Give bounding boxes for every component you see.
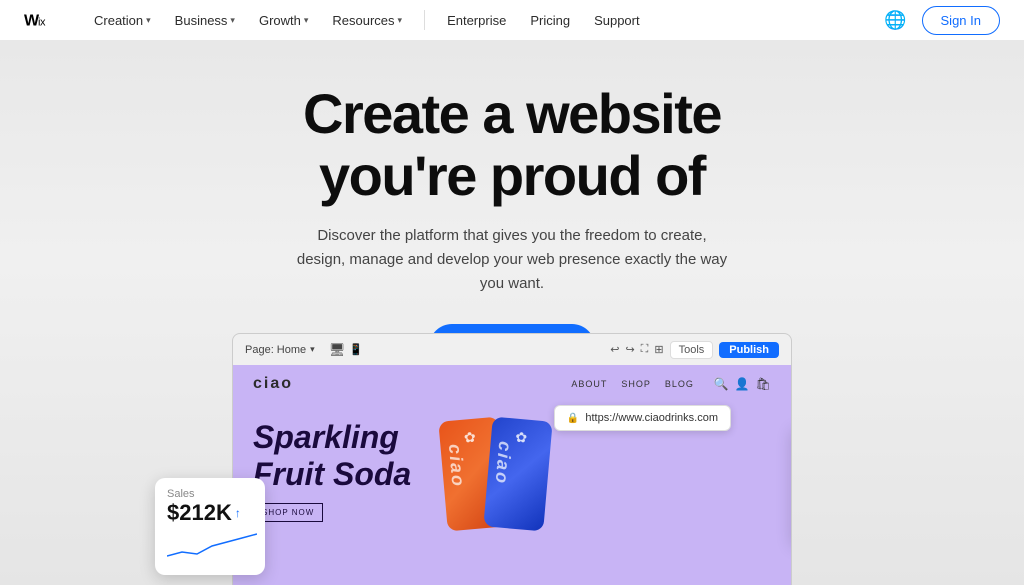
chevron-down-icon: ▾ (146, 15, 151, 26)
search-icon: 🔍 (714, 377, 729, 391)
nav-divider (424, 10, 425, 30)
navigation: W ix Creation ▾ Business ▾ Growth ▾ Reso… (0, 0, 1024, 41)
chevron-down-icon: ▾ (398, 15, 403, 26)
sales-label: Sales (167, 488, 253, 500)
ciao-nav: ABOUT SHOP BLOG (571, 379, 694, 389)
can-flower-icon: ✿ (515, 429, 528, 447)
prebiotic-product-card: ciao Prebiotic Soda Citrus Lemon Fresh D… (791, 425, 792, 544)
can-label-orange: ciao (444, 443, 469, 489)
mobile-icon: 📱 (349, 343, 363, 356)
cart-icon: 🛍 (756, 377, 771, 391)
nav-support[interactable]: Support (584, 7, 650, 34)
prebiotic-image: ciao (791, 425, 792, 505)
ciao-headline: Sparkling Fruit Soda (253, 419, 413, 493)
prebiotic-title: Prebiotic Soda (791, 505, 792, 528)
browser-mockup: ⊙ Page: Home ▾ 🖥 📱 ↩ ↪ ⛶ ⊞ Tools Publish (232, 333, 792, 585)
hero-section: Create a website you're proud of Discove… (0, 41, 1024, 585)
chevron-down-icon: ▾ (230, 15, 235, 26)
sales-amount: $212K ↑ (167, 500, 253, 526)
ciao-logo: ciao (253, 375, 293, 393)
ciao-action-icons: 🔍 👤 🛍 (714, 377, 771, 391)
toolbar-icons: ↩ ↪ ⛶ ⊞ Tools Publish (610, 341, 779, 359)
language-selector-button[interactable]: 🌐 (882, 6, 910, 34)
sales-up-arrow: ↑ (235, 506, 241, 520)
lock-icon: 🔒 (567, 413, 579, 424)
blue-can: ✿ ciao (483, 417, 552, 532)
user-icon: 👤 (735, 377, 750, 391)
nav-links: Creation ▾ Business ▾ Growth ▾ Resources… (84, 7, 882, 34)
ciao-header: ciao ABOUT SHOP BLOG 🔍 👤 🛍 (233, 365, 791, 403)
nav-enterprise[interactable]: Enterprise (437, 7, 516, 34)
sales-card: Sales $212K ↑ (155, 478, 265, 575)
chevron-down-icon: ▾ (304, 15, 309, 26)
monitor-icon: 🖥 (329, 342, 346, 358)
hero-subtitle: Discover the platform that gives you the… (292, 224, 732, 296)
signin-button[interactable]: Sign In (922, 6, 1000, 35)
can-flower-icon: ✿ (463, 429, 476, 447)
hero-title: Create a website you're proud of (303, 83, 721, 206)
svg-text:ix: ix (38, 16, 46, 28)
nav-resources[interactable]: Resources ▾ (322, 7, 412, 34)
nav-pricing[interactable]: Pricing (520, 7, 580, 34)
website-preview: 🔒 https://www.ciaodrinks.com ciao ABOUT … (232, 365, 792, 585)
chevron-down-icon: ▾ (310, 344, 315, 355)
can-label-blue: ciao (491, 440, 516, 486)
undo-icon[interactable]: ↩ (610, 343, 619, 356)
sales-chart (167, 532, 257, 560)
url-popup: 🔒 https://www.ciaodrinks.com (554, 405, 731, 431)
nav-creation[interactable]: Creation ▾ (84, 7, 161, 34)
page-label: Page: Home ▾ 🖥 📱 (245, 342, 363, 358)
nav-business[interactable]: Business ▾ (165, 7, 245, 34)
tools-label[interactable]: Tools (670, 341, 714, 359)
ciao-text-section: Sparkling Fruit Soda SHOP NOW (253, 419, 413, 522)
prebiotic-subtitle: Citrus Lemon Fresh Drink (791, 528, 792, 544)
wix-logo[interactable]: W ix (24, 9, 64, 31)
redo-icon[interactable]: ↪ (625, 343, 634, 356)
more-icon[interactable]: ⊞ (654, 343, 663, 356)
browser-toolbar: Page: Home ▾ 🖥 📱 ↩ ↪ ⛶ ⊞ Tools Publish (232, 333, 792, 365)
publish-button[interactable]: Publish (719, 342, 779, 358)
nav-right: 🌐 Sign In (882, 6, 1000, 35)
product-cans: ✿ ciao ✿ ciao (443, 419, 548, 529)
fullscreen-icon[interactable]: ⛶ (641, 343, 649, 356)
nav-growth[interactable]: Growth ▾ (249, 7, 318, 34)
